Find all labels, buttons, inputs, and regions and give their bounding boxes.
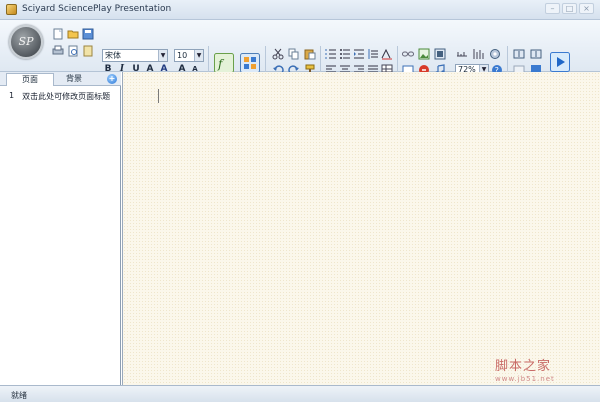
export-icon[interactable] <box>82 45 94 57</box>
maximize-button[interactable]: □ <box>562 3 577 14</box>
paste-icon[interactable] <box>304 48 316 60</box>
preview-icon[interactable] <box>67 45 79 57</box>
close-button[interactable]: × <box>579 3 594 14</box>
print-icon[interactable] <box>52 45 64 57</box>
page-sidebar: 页面 背景 + 1 双击此处可修改页面标题 <box>0 72 121 385</box>
minimize-button[interactable]: – <box>545 3 560 14</box>
watermark-url: www.jb51.net <box>495 375 555 383</box>
window-controls: – □ × <box>545 3 594 14</box>
sidebar-tabs: 页面 背景 + <box>0 72 121 86</box>
image-icon[interactable] <box>418 48 430 60</box>
new-file-icon[interactable] <box>52 28 64 40</box>
chevron-down-icon: ▼ <box>194 50 203 61</box>
app-icon <box>6 4 17 15</box>
editor-canvas[interactable]: 脚本之家 www.jb51.net <box>122 72 600 385</box>
sidebar-page-item[interactable]: 1 双击此处可修改页面标题 <box>9 91 110 102</box>
cut-icon[interactable] <box>272 48 284 60</box>
text-caret <box>158 89 159 103</box>
media-icon[interactable] <box>434 48 446 60</box>
page-title: 双击此处可修改页面标题 <box>22 92 111 101</box>
copy-icon[interactable] <box>288 48 300 60</box>
window-title: Sciyard SciencePlay Presentation <box>22 4 172 14</box>
save-icon[interactable] <box>82 28 94 40</box>
app-menu-button[interactable]: SP <box>9 25 43 59</box>
text-effect-icon[interactable] <box>381 48 393 60</box>
title-bar: Sciyard SciencePlay Presentation – □ × <box>0 0 600 20</box>
tab-pages[interactable]: 页面 <box>6 73 54 86</box>
indent-icon[interactable] <box>353 48 365 60</box>
layout-icon[interactable] <box>240 53 260 73</box>
page-number: 1 <box>9 91 15 100</box>
link-icon[interactable] <box>402 48 414 60</box>
font-size-value: 10 <box>177 51 188 60</box>
status-text: 就绪 <box>11 391 27 400</box>
chevron-down-icon: ▼ <box>158 50 167 61</box>
ruler-icon[interactable] <box>456 48 468 60</box>
tab-background[interactable]: 背景 <box>56 73 92 86</box>
settings-icon[interactable] <box>489 48 501 60</box>
app-logo-text: SP <box>18 35 34 48</box>
watermark: 脚本之家 www.jb51.net <box>495 355 555 383</box>
line-spacing-icon[interactable] <box>367 48 379 60</box>
page-prev-icon[interactable] <box>513 48 525 60</box>
main-toolbar: SP 宋体 ▼ 10 ▼ B I U A A A A f 72% ▼ ? <box>0 20 600 78</box>
watermark-main: 脚本之家 <box>495 359 552 374</box>
play-presentation-icon[interactable] <box>550 52 570 72</box>
status-bar: 就绪 <box>0 385 600 402</box>
add-page-icon[interactable]: + <box>107 74 117 84</box>
grid-icon[interactable] <box>472 48 484 60</box>
font-size-select[interactable]: 10 ▼ <box>174 49 204 62</box>
font-family-value: 宋体 <box>105 51 121 60</box>
numbered-list-icon[interactable] <box>325 48 337 60</box>
page-next-icon[interactable] <box>530 48 542 60</box>
open-folder-icon[interactable] <box>67 28 79 40</box>
bullet-list-icon[interactable] <box>339 48 351 60</box>
formula-icon[interactable]: f <box>214 53 234 73</box>
font-family-select[interactable]: 宋体 ▼ <box>102 49 168 62</box>
